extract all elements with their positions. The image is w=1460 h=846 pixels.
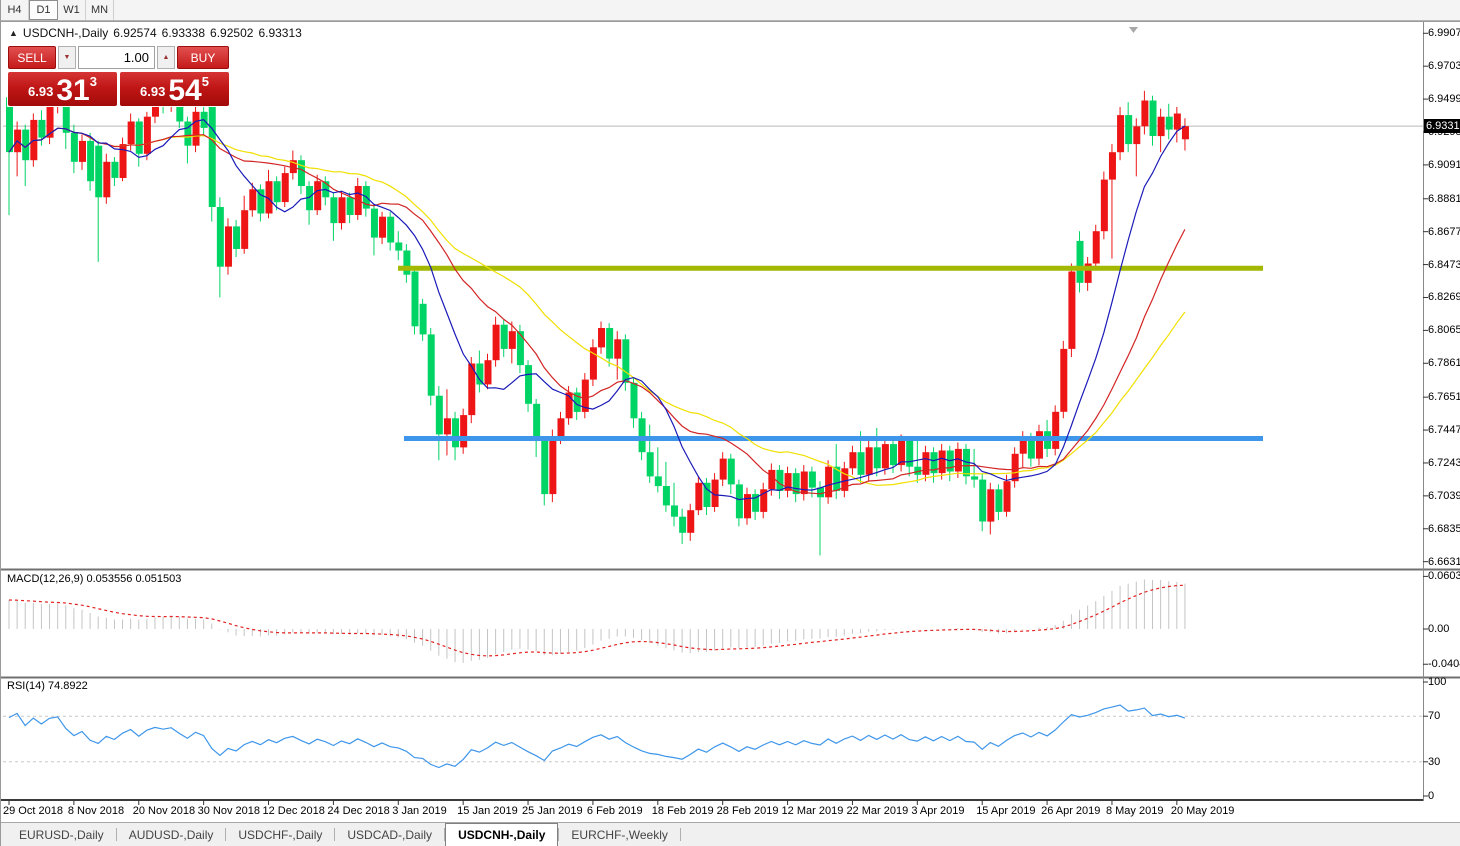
price-axis-label: 6.82690 (1428, 291, 1460, 304)
sell-price-box[interactable]: 6.93 31 3 (8, 72, 117, 106)
chart-tab-eurusddaily[interactable]: EURUSD-,Daily (7, 823, 116, 846)
ohlc-close: 6.93313 (258, 26, 302, 40)
buy-button[interactable]: BUY (177, 46, 229, 69)
date-axis-label: 20 May 2019 (1170, 805, 1235, 817)
date-axis-label: 28 Feb 2019 (716, 805, 779, 817)
macd-value-main: 0.053556 (86, 573, 133, 585)
chart-tab-usdchfdaily[interactable]: USDCHF-,Daily (226, 823, 334, 846)
ohlc-high: 6.93338 (161, 26, 206, 40)
timeframe-button-d1[interactable]: D1 (29, 0, 58, 20)
sell-button[interactable]: SELL (8, 46, 56, 69)
rsi-value: 74.8922 (47, 680, 88, 692)
chart-window[interactable]: ▲ USDCNH-,Daily 6.92574 6.93338 6.92502 … (1, 21, 1460, 822)
chart-tab-bar: EURUSD-,Daily AUDUSD-,Daily USDCHF-,Daily U… (1, 822, 1460, 846)
candlestick-series (6, 82, 1189, 556)
symbol-title: USDCNH-,Daily (22, 26, 109, 40)
date-axis-label: 8 Nov 2018 (67, 805, 125, 817)
date-axis-label: 3 Jan 2019 (392, 805, 447, 817)
timeframe-toolbar: H4 D1 W1 MN (1, 0, 1460, 21)
rsi-label: RSI(14) 74.8922 (7, 680, 88, 692)
price-axis-label: 6.88810 (1428, 192, 1460, 205)
price-axis-label: 6.70390 (1428, 489, 1460, 502)
price-axis-label: 6.97030 (1428, 60, 1460, 73)
price-shift-marker-icon[interactable] (1129, 27, 1138, 33)
price-axis-label: 6.72430 (1428, 456, 1460, 469)
date-axis-label: 3 Apr 2019 (911, 805, 965, 817)
sell-price-big: 31 (56, 73, 90, 107)
macd-axis-label: -0.040415 (1428, 658, 1460, 671)
buy-price-prefix: 6.93 (140, 84, 166, 99)
volume-input[interactable] (78, 46, 155, 69)
buy-price-big: 54 (168, 73, 202, 107)
ma-slow-line (8, 127, 1186, 486)
sell-price-sup: 3 (89, 74, 97, 89)
date-axis-label: 6 Feb 2019 (586, 805, 643, 817)
price-axis-label: 6.86770 (1428, 225, 1460, 238)
ma-fast-line (8, 119, 1186, 501)
date-axis-label: 20 Nov 2018 (132, 805, 196, 817)
chevron-up-icon: ▲ (162, 54, 170, 61)
chart-svg[interactable] (1, 22, 1460, 823)
macd-label: MACD(12,26,9) 0.053556 0.051503 (7, 573, 182, 585)
date-axis-label: 18 Feb 2019 (651, 805, 714, 817)
chart-tab-eurchfweekly[interactable]: EURCHF-,Weekly (559, 823, 679, 846)
chart-tab-audusddaily[interactable]: AUDUSD-,Daily (117, 823, 226, 846)
price-axis-label: 6.84730 (1428, 258, 1460, 271)
price-chart-canvas[interactable] (1, 22, 1460, 828)
date-axis-label: 24 Dec 2018 (327, 805, 390, 817)
tab-separator (679, 828, 681, 841)
date-axis-label: 12 Mar 2019 (781, 805, 844, 817)
rsi-axis-label: 100 (1428, 676, 1447, 688)
price-axis-label: 6.90910 (1428, 158, 1460, 171)
buy-price-sup: 5 (201, 74, 209, 89)
price-axis-label: 6.99070 (1428, 27, 1460, 40)
date-axis-label: 15 Apr 2019 (976, 805, 1036, 817)
price-axis-label: 6.76510 (1428, 391, 1460, 404)
chevron-down-icon: ▼ (63, 54, 71, 61)
timeframe-button-h4[interactable]: H4 (1, 0, 29, 20)
macd-value-signal: 0.051503 (135, 573, 182, 585)
terminal-window: H4 D1 W1 MN ▲ USDCNH-,Daily 6.92574 6.93338… (0, 0, 1460, 846)
current-price-badge: 6.93313 (1424, 119, 1460, 134)
timeframe-button-mn[interactable]: MN (86, 0, 114, 20)
price-axis-label: 6.80650 (1428, 324, 1460, 337)
date-axis-label: 12 Dec 2018 (262, 805, 325, 817)
sell-price-prefix: 6.93 (28, 84, 54, 99)
date-axis-label: 8 May 2019 (1105, 805, 1164, 817)
one-click-trading-panel: SELL ▼ ▲ BUY 6.93 31 3 6.93 54 5 (7, 45, 230, 107)
chart-symbol-header: ▲ USDCNH-,Daily 6.92574 6.93338 6.92502 … (9, 26, 302, 40)
volume-decrease-button[interactable]: ▼ (58, 46, 76, 69)
ohlc-open: 6.92574 (113, 26, 157, 40)
buy-price-box[interactable]: 6.93 54 5 (120, 72, 229, 106)
macd-histogram (8, 579, 1186, 663)
chart-tab-usdcnhdaily[interactable]: USDCNH-,Daily (445, 823, 559, 846)
macd-signal-line (8, 584, 1185, 657)
date-axis-label: 29 Oct 2018 (3, 805, 63, 817)
date-axis-label: 22 Mar 2019 (846, 805, 909, 817)
rsi-axis-label: 0 (1428, 790, 1435, 802)
rsi-line (8, 704, 1186, 769)
macd-axis-label: 0.060342 (1428, 570, 1460, 583)
date-axis-label: 26 Apr 2019 (1041, 805, 1101, 817)
one-click-collapse-icon[interactable]: ▲ (9, 28, 18, 38)
timeframe-button-w1[interactable]: W1 (58, 0, 86, 20)
rsi-axis-label: 30 (1428, 755, 1441, 768)
price-axis-label: 6.78610 (1428, 357, 1460, 370)
price-axis-label: 6.66310 (1428, 555, 1460, 568)
rsi-axis-label: 70 (1428, 710, 1441, 723)
date-axis-label: 30 Nov 2018 (197, 805, 261, 817)
price-axis-label: 6.74470 (1428, 424, 1460, 437)
macd-axis-label: 0.00 (1428, 623, 1450, 635)
volume-increase-button[interactable]: ▲ (157, 46, 175, 69)
ohlc-low: 6.92502 (210, 26, 254, 40)
price-axis-label: 6.94990 (1428, 93, 1460, 106)
price-axis-label: 6.68350 (1428, 522, 1460, 535)
chart-tab-usdcaddaily[interactable]: USDCAD-,Daily (335, 823, 444, 846)
date-axis-label: 25 Jan 2019 (522, 805, 583, 817)
date-axis-label: 15 Jan 2019 (457, 805, 518, 817)
